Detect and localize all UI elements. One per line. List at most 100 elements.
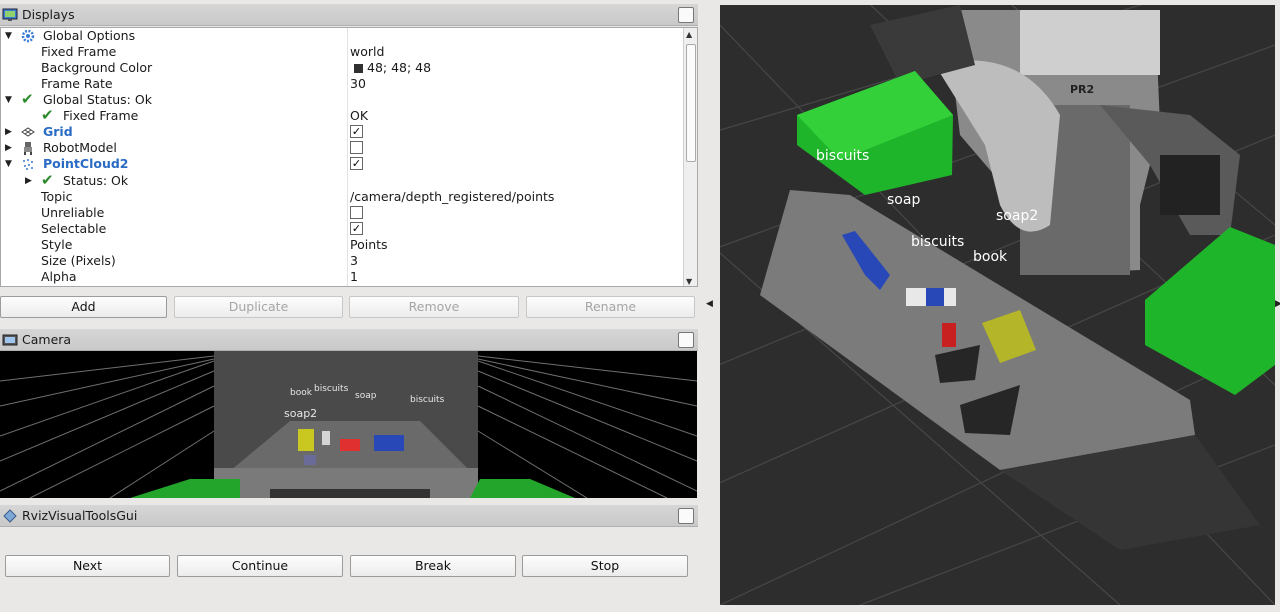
displays-panel-header[interactable]: Displays bbox=[0, 4, 698, 26]
checkmark-icon: ✔ bbox=[21, 90, 34, 108]
alpha-value[interactable]: 1 bbox=[350, 269, 358, 285]
camera-view[interactable]: book biscuits soap biscuits soap2 bbox=[0, 351, 697, 498]
fixed-frame-status-value: OK bbox=[350, 108, 369, 123]
point-cloud-icon bbox=[23, 159, 33, 170]
gear-icon bbox=[21, 29, 35, 43]
rviz-tools-panel-header[interactable]: RvizVisualToolsGui bbox=[0, 505, 698, 527]
topic-value[interactable]: /camera/depth_registered/points bbox=[350, 189, 554, 205]
expand-arrow-icon[interactable]: ▶ bbox=[5, 140, 12, 156]
selectable-checkbox[interactable]: ✓ bbox=[350, 222, 363, 235]
style-value[interactable]: Points bbox=[350, 237, 388, 253]
camera-panel-title: Camera bbox=[22, 332, 72, 347]
camera-label-book: book bbox=[290, 388, 312, 398]
remove-button[interactable]: Remove bbox=[349, 296, 519, 318]
tree-row-label: Grid bbox=[43, 124, 73, 139]
robot-model-enabled-checkbox[interactable] bbox=[350, 141, 363, 154]
camera-label-soap: soap bbox=[355, 391, 377, 401]
stop-button[interactable]: Stop bbox=[522, 555, 688, 577]
tree-row-label: Selectable bbox=[41, 221, 107, 236]
float-panel-button[interactable] bbox=[678, 7, 694, 23]
collapse-arrow-icon[interactable]: ▼ bbox=[5, 156, 12, 172]
camera-panel-header[interactable]: Camera bbox=[0, 329, 698, 351]
break-button[interactable]: Break bbox=[350, 555, 516, 577]
add-button[interactable]: Add bbox=[0, 296, 167, 318]
tree-row-robot-model[interactable]: ▶ RobotModel bbox=[1, 140, 683, 156]
tree-row-label: Frame Rate bbox=[41, 76, 113, 91]
scroll-down-icon[interactable]: ▼ bbox=[686, 277, 692, 286]
grid-icon bbox=[21, 127, 35, 137]
camera-scene bbox=[0, 351, 697, 498]
collapse-arrow-icon[interactable]: ▼ bbox=[5, 28, 12, 44]
scroll-up-icon[interactable]: ▲ bbox=[686, 30, 692, 39]
label-biscuits: biscuits bbox=[816, 148, 870, 164]
tree-row-global-status[interactable]: ▼ ✔ Global Status: Ok bbox=[1, 90, 683, 108]
robot-logo-text: PR2 bbox=[1070, 83, 1095, 96]
tree-row-label: Global Status: Ok bbox=[43, 92, 152, 107]
left-dock: Displays ▼ Global Options Fixed Frame wo… bbox=[0, 0, 698, 612]
scrollbar-thumb[interactable] bbox=[686, 44, 696, 162]
tree-row-label: Background Color bbox=[41, 60, 153, 75]
duplicate-button[interactable]: Duplicate bbox=[174, 296, 343, 318]
rviz-tools-panel-body: Next Continue Break Stop bbox=[0, 527, 698, 612]
tree-row-global-options[interactable]: ▼ Global Options bbox=[1, 28, 683, 44]
displays-tree[interactable]: ▼ Global Options Fixed Frame world Backg… bbox=[0, 27, 698, 287]
rename-button[interactable]: Rename bbox=[526, 296, 695, 318]
camera-icon bbox=[2, 334, 18, 346]
render-3d-scene bbox=[720, 5, 1275, 605]
pointcloud2-enabled-checkbox[interactable]: ✓ bbox=[350, 157, 363, 170]
label-soap: soap bbox=[887, 192, 921, 208]
tree-row-fixed-frame-status[interactable]: ✔ Fixed Frame OK bbox=[1, 107, 683, 124]
size-value[interactable]: 3 bbox=[350, 253, 358, 269]
camera-label-biscuits: biscuits bbox=[314, 384, 349, 394]
tree-row-size[interactable]: Size (Pixels) 3 bbox=[1, 253, 683, 269]
tree-row-pointcloud-status[interactable]: ▶ ✔ Status: Ok bbox=[1, 171, 683, 189]
expand-arrow-icon[interactable]: ▶ bbox=[5, 124, 12, 140]
tree-row-label: Fixed Frame bbox=[41, 44, 117, 59]
rviz-tools-panel-title: RvizVisualToolsGui bbox=[22, 508, 138, 523]
tree-row-label: Style bbox=[41, 237, 73, 252]
tree-row-label: Status: Ok bbox=[63, 173, 129, 188]
label-soap2: soap2 bbox=[996, 208, 1039, 224]
checkmark-icon: ✔ bbox=[41, 171, 54, 189]
grid-enabled-checkbox[interactable]: ✓ bbox=[350, 125, 363, 138]
continue-button[interactable]: Continue bbox=[177, 555, 343, 577]
tree-row-label: PointCloud2 bbox=[43, 156, 129, 171]
unreliable-checkbox[interactable] bbox=[350, 206, 363, 219]
tree-row-unreliable[interactable]: Unreliable bbox=[1, 205, 683, 221]
float-panel-button[interactable] bbox=[678, 508, 694, 524]
collapse-arrow-icon[interactable]: ▼ bbox=[5, 92, 12, 108]
tree-row-label: Alpha bbox=[41, 269, 77, 284]
next-button[interactable]: Next bbox=[5, 555, 170, 577]
collapse-left-arrow-icon[interactable]: ◀ bbox=[706, 299, 713, 309]
tree-row-frame-rate[interactable]: Frame Rate 30 bbox=[1, 76, 683, 92]
background-color-value[interactable]: 48; 48; 48 bbox=[367, 60, 431, 76]
tree-row-label: Fixed Frame bbox=[63, 108, 139, 123]
tree-row-grid[interactable]: ▶ Grid ✓ bbox=[1, 124, 683, 140]
tree-row-alpha[interactable]: Alpha 1 bbox=[1, 269, 683, 285]
camera-label-biscuits-2: biscuits bbox=[410, 395, 445, 405]
float-panel-button[interactable] bbox=[678, 332, 694, 348]
tree-row-fixed-frame[interactable]: Fixed Frame world bbox=[1, 44, 683, 60]
fixed-frame-value[interactable]: world bbox=[350, 44, 384, 60]
expand-arrow-icon[interactable]: ▶ bbox=[25, 173, 32, 189]
tree-row-label: Topic bbox=[41, 189, 73, 204]
displays-panel-title: Displays bbox=[22, 7, 75, 22]
tree-row-label: Unreliable bbox=[41, 205, 105, 220]
frame-rate-value[interactable]: 30 bbox=[350, 76, 366, 92]
tree-row-label: RobotModel bbox=[43, 140, 117, 155]
camera-label-soap2: soap2 bbox=[284, 407, 318, 420]
collapse-right-arrow-icon[interactable]: ▶ bbox=[1275, 299, 1280, 309]
monitor-icon bbox=[2, 8, 18, 21]
dock-splitter[interactable]: ◀ bbox=[698, 0, 720, 612]
tree-row-selectable[interactable]: Selectable ✓ bbox=[1, 221, 683, 237]
tree-row-style[interactable]: Style Points bbox=[1, 237, 683, 253]
render-3d-view[interactable]: biscuits soap soap2 biscuits book PR2 bbox=[720, 5, 1275, 605]
robot-icon bbox=[24, 142, 32, 155]
color-swatch[interactable] bbox=[354, 64, 363, 73]
tree-row-pointcloud2[interactable]: ▼ PointCloud2 ✓ bbox=[1, 156, 683, 172]
tree-row-label: Global Options bbox=[43, 28, 136, 43]
tree-scrollbar[interactable]: ▲ ▼ bbox=[683, 28, 697, 286]
tree-row-background-color[interactable]: Background Color 48; 48; 48 bbox=[1, 60, 683, 76]
tree-row-label: Size (Pixels) bbox=[41, 253, 116, 268]
tree-row-topic[interactable]: Topic /camera/depth_registered/points bbox=[1, 189, 683, 205]
